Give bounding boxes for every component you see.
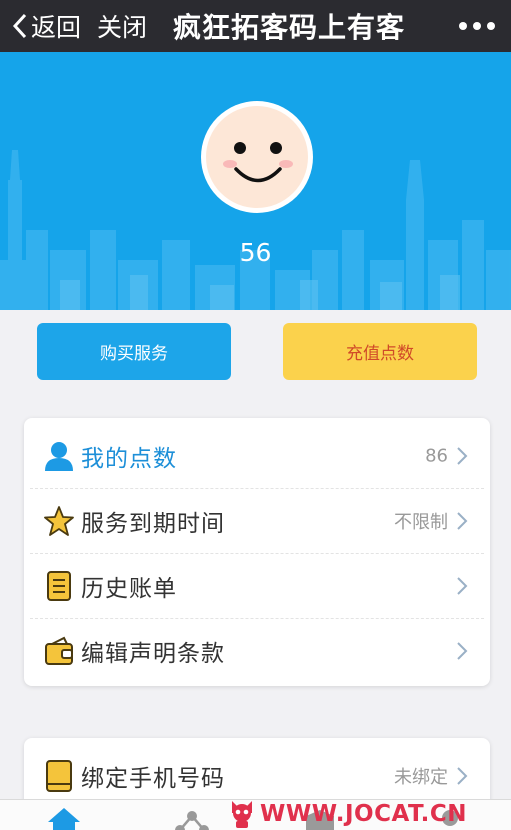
avatar[interactable] (201, 101, 313, 213)
ledger-icon (47, 571, 71, 601)
more-menu-button[interactable] (459, 15, 495, 37)
profile-header: 56 (0, 52, 511, 310)
chevron-right-icon (457, 767, 468, 785)
watermark-text: WWW.JOCAT.CN (260, 801, 468, 827)
close-button[interactable]: 关闭 (97, 8, 147, 44)
chevron-right-icon (457, 512, 468, 530)
menu-item-label: 我的点数 (81, 446, 177, 472)
menu-item-edit-terms[interactable]: 编辑声明条款 (24, 619, 490, 683)
phone-icon (46, 760, 72, 792)
recharge-points-button[interactable]: 充值点数 (283, 323, 477, 380)
user-number: 56 (239, 238, 272, 267)
more-dots-icon (459, 22, 467, 30)
account-menu-card: 我的点数 86 服务到期时间 不限制 历史账单 编辑声明条款 (24, 418, 490, 686)
bind-phone-status: 未绑定 (394, 767, 448, 788)
menu-item-label: 服务到期时间 (81, 511, 225, 537)
expiry-value: 不限制 (394, 512, 448, 533)
menu-item-my-points[interactable]: 我的点数 86 (24, 424, 490, 488)
chevron-right-icon (457, 642, 468, 660)
buy-service-button[interactable]: 购买服务 (37, 323, 231, 380)
menu-item-label: 绑定手机号码 (81, 766, 225, 792)
home-icon[interactable] (44, 804, 84, 830)
menu-item-label: 编辑声明条款 (81, 641, 225, 667)
top-bar: 返回 关闭 疯狂拓客码上有客 (0, 0, 511, 52)
points-value: 86 (425, 445, 448, 467)
cat-logo-icon (232, 801, 252, 828)
chevron-right-icon (457, 447, 468, 465)
back-label: 返回 (31, 13, 82, 42)
chevron-right-icon (457, 577, 468, 595)
user-icon (45, 442, 73, 471)
menu-item-service-expiry[interactable]: 服务到期时间 不限制 (24, 489, 490, 553)
chevron-left-icon (12, 13, 27, 39)
watermark: WWW.JOCAT.CN (228, 798, 467, 830)
smiley-face-icon (206, 106, 308, 208)
menu-item-history-bills[interactable]: 历史账单 (24, 554, 490, 618)
page-title: 疯狂拓客码上有客 (173, 11, 406, 44)
back-button[interactable]: 返回 (12, 8, 81, 44)
menu-item-label: 历史账单 (81, 576, 177, 602)
star-icon (44, 506, 74, 536)
share-icon[interactable] (172, 804, 212, 830)
wallet-icon (45, 636, 73, 665)
